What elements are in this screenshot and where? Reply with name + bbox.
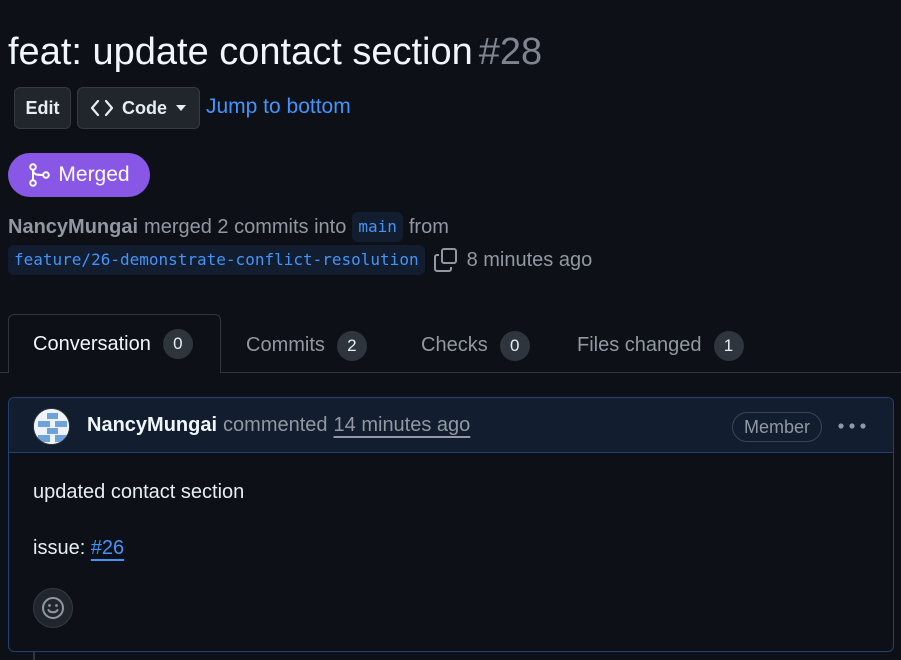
tab-conversation[interactable]: Conversation 0 bbox=[8, 314, 221, 373]
comment-action: commented bbox=[223, 413, 328, 436]
pr-author-link[interactable]: NancyMungai bbox=[8, 216, 138, 239]
tab-checks[interactable]: Checks 0 bbox=[421, 318, 530, 373]
code-button[interactable]: Code bbox=[77, 87, 200, 129]
merged-label: Merged bbox=[58, 163, 130, 186]
tab-files-changed[interactable]: Files changed 1 bbox=[577, 318, 744, 373]
comment-body: updated contact section issue: #26 bbox=[33, 478, 244, 562]
base-branch-link[interactable]: main bbox=[352, 212, 403, 242]
code-button-label: Code bbox=[122, 97, 167, 118]
tab-commits[interactable]: Commits 2 bbox=[246, 318, 367, 373]
tab-conversation-counter: 0 bbox=[162, 329, 193, 359]
merge-summary: NancyMungai merged 2 commits into main f… bbox=[8, 211, 449, 243]
from-text: from bbox=[408, 215, 449, 238]
comment-author-link[interactable]: NancyMungai bbox=[87, 414, 217, 437]
triangle-down-icon bbox=[175, 104, 187, 112]
tab-checks-counter: 0 bbox=[499, 330, 530, 361]
comment-time-link[interactable]: 14 minutes ago bbox=[334, 414, 471, 437]
pr-title-text: feat: update contact section bbox=[8, 31, 473, 73]
edit-button[interactable]: Edit bbox=[14, 87, 71, 129]
tab-files-changed-counter: 1 bbox=[713, 330, 744, 361]
edit-button-label: Edit bbox=[25, 97, 60, 118]
comment-issue-line: issue: #26 bbox=[33, 534, 244, 562]
member-badge: Member bbox=[732, 412, 822, 442]
pr-title: feat: update contact section #28 bbox=[8, 30, 542, 74]
head-branch-link[interactable]: feature/26-demonstrate-conflict-resoluti… bbox=[8, 245, 425, 275]
kebab-horizontal-icon bbox=[838, 423, 866, 429]
timeline-connector bbox=[33, 652, 35, 660]
tab-conversation-label: Conversation bbox=[33, 332, 151, 355]
code-icon bbox=[90, 99, 114, 117]
merge-time: 8 minutes ago bbox=[466, 248, 593, 271]
comment-body-text: updated contact section bbox=[33, 481, 245, 503]
issue-link[interactable]: #26 bbox=[91, 537, 124, 559]
copy-icon[interactable] bbox=[433, 247, 459, 273]
issue-prefix: issue: bbox=[33, 537, 86, 559]
git-merge-icon bbox=[28, 163, 51, 187]
tab-commits-counter: 2 bbox=[336, 330, 367, 361]
comment-header: NancyMungai commented 14 minutes ago Mem… bbox=[9, 398, 893, 453]
pr-number: #28 bbox=[478, 31, 543, 73]
merged-state-badge: Merged bbox=[8, 153, 150, 197]
merge-summary-line2: feature/26-demonstrate-conflict-resoluti… bbox=[8, 244, 592, 276]
tab-checks-label: Checks bbox=[421, 334, 488, 356]
merge-text: merged 2 commits into bbox=[144, 215, 347, 238]
add-reaction-button[interactable] bbox=[33, 588, 73, 628]
comment-meta: NancyMungai commented 14 minutes ago bbox=[87, 410, 470, 440]
avatar[interactable] bbox=[33, 408, 70, 445]
pull-request-page: feat: update contact section #28 Edit Cod… bbox=[0, 0, 901, 660]
jump-to-bottom-link[interactable]: Jump to bottom bbox=[206, 95, 351, 119]
tab-commits-label: Commits bbox=[246, 334, 325, 356]
smiley-icon bbox=[41, 596, 65, 620]
comment-options-button[interactable] bbox=[835, 414, 869, 438]
comment-box: NancyMungai commented 14 minutes ago Mem… bbox=[8, 397, 894, 652]
tab-files-changed-label: Files changed bbox=[577, 334, 702, 356]
